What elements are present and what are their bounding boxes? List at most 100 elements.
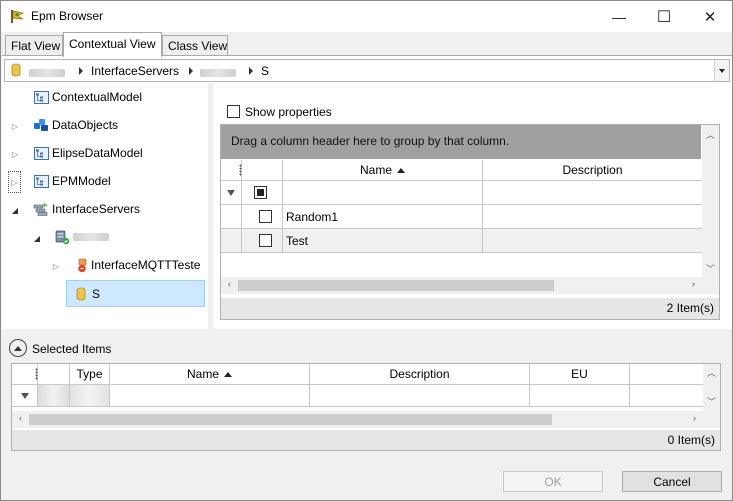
expand-arrow-icon[interactable]: ▷ [10, 120, 20, 132]
tree-item-s[interactable]: S [73, 283, 100, 305]
cancel-button[interactable]: Cancel [622, 471, 722, 492]
scroll-right-icon[interactable]: › [686, 413, 703, 423]
row-checkbox[interactable] [259, 234, 272, 247]
row-name-cell[interactable]: Test [283, 229, 483, 253]
tree-item-server[interactable] [54, 226, 109, 248]
ok-button[interactable]: OK [503, 471, 603, 492]
server-icon [54, 230, 70, 244]
tree-item-elipsedatamodel[interactable]: ElipseDataModel [33, 142, 143, 164]
tree-item-label: S [92, 287, 101, 301]
pane-splitter[interactable] [208, 83, 213, 329]
sort-ascending-icon [397, 167, 405, 173]
filter-row-header [221, 181, 242, 205]
horizontal-scrollbar[interactable]: ‹ › [221, 277, 719, 294]
column-header-eu[interactable]: EU [530, 364, 630, 384]
filter-description-input[interactable] [310, 385, 530, 407]
tab-class-view[interactable]: Class View [162, 35, 228, 56]
scroll-left-icon[interactable]: ‹ [12, 413, 29, 423]
tree-item-dataobjects[interactable]: DataObjects [33, 114, 118, 136]
row-description-cell[interactable] [483, 205, 702, 229]
show-properties-checkbox[interactable] [227, 105, 240, 118]
row-select-cell[interactable] [242, 205, 283, 229]
scroll-up-icon[interactable]: ︿ [703, 366, 720, 379]
group-by-panel[interactable]: Drag a column header here to group by th… [221, 125, 701, 159]
model-icon [33, 174, 49, 188]
filter-eu-input[interactable] [530, 385, 630, 407]
tree-item-interfacemqttteste[interactable]: InterfaceMQTTTeste [74, 254, 200, 276]
maximize-button[interactable]: ☐ [641, 1, 687, 32]
minimize-button[interactable]: — [596, 1, 642, 32]
select-column-header [38, 364, 70, 384]
filter-filler-cell [630, 385, 703, 407]
breadcrumb-dropdown-button[interactable] [714, 60, 729, 81]
dataobjects-icon [33, 118, 49, 132]
breadcrumb[interactable]: InterfaceServers S [4, 59, 730, 82]
column-header-type[interactable]: Type [70, 364, 110, 384]
column-header-name[interactable]: Name [110, 364, 310, 384]
scroll-down-icon[interactable]: ﹀ [702, 262, 719, 275]
scroll-down-icon[interactable]: ﹀ [703, 395, 720, 408]
column-header-name[interactable]: Name [283, 160, 483, 180]
row-name-cell[interactable]: Random1 [283, 205, 483, 229]
row-description-cell[interactable] [483, 229, 702, 253]
breadcrumb-item-interfaceservers[interactable]: InterfaceServers [91, 64, 179, 78]
tab-contextual-view[interactable]: Contextual View [63, 32, 162, 57]
expand-arrow-icon[interactable]: ▷ [10, 148, 20, 160]
title-bar: Epm Browser — ☐ ✕ [1, 1, 732, 32]
breadcrumb-separator-icon [189, 67, 193, 75]
tree-item-label: InterfaceMQTTTeste [91, 258, 201, 272]
scroll-left-icon[interactable]: ‹ [221, 279, 238, 289]
column-header-label: EU [571, 367, 588, 381]
interface-icon [74, 258, 90, 272]
model-icon [33, 90, 49, 104]
vertical-scrollbar[interactable]: ︿ ﹀ [702, 125, 719, 277]
filter-select-cell [38, 385, 70, 407]
scrollbar-thumb[interactable] [29, 414, 552, 425]
collapse-selected-items-button[interactable] [9, 339, 27, 357]
selected-item-count: 0 Item(s) [12, 430, 720, 450]
ok-button-label: OK [544, 474, 562, 489]
children-item-count: 2 Item(s) [221, 298, 719, 319]
breadcrumb-separator-icon [249, 67, 253, 75]
filter-name-input[interactable] [283, 181, 483, 205]
tree-item-label-hidden [73, 233, 109, 241]
filter-icon [227, 189, 235, 196]
breadcrumb-item-hidden[interactable] [29, 66, 65, 80]
tab-flat-view[interactable]: Flat View [5, 35, 63, 56]
tree-item-epmmodel[interactable]: EPMModel [33, 170, 111, 192]
filter-description-input[interactable] [483, 181, 702, 205]
expand-arrow-icon[interactable]: ▷ [8, 171, 21, 193]
filter-name-input[interactable] [110, 385, 310, 407]
vertical-scrollbar[interactable]: ︿ ﹀ [703, 364, 720, 411]
close-icon: ✕ [703, 8, 717, 26]
expand-arrow-icon[interactable]: ▷ [51, 260, 61, 272]
scroll-right-icon[interactable]: › [685, 279, 702, 289]
column-header-description[interactable]: Description [483, 160, 702, 180]
row-select-cell[interactable] [242, 229, 283, 253]
filter-select-all-cell[interactable] [242, 181, 283, 205]
tree-item-contextualmodel[interactable]: ContextualModel [33, 86, 142, 108]
app-icon [10, 9, 26, 27]
close-button[interactable]: ✕ [687, 1, 733, 32]
column-header-label: Name [186, 367, 219, 381]
servers-icon [33, 202, 49, 216]
column-header-description[interactable]: Description [310, 364, 530, 384]
selected-items-label: Selected Items [32, 342, 112, 356]
row-checkbox[interactable] [259, 210, 272, 223]
filter-type-input[interactable] [70, 385, 110, 407]
tree-item-interfaceservers[interactable]: InterfaceServers [33, 198, 140, 220]
window-title: Epm Browser [31, 9, 104, 23]
breadcrumb-item-s[interactable]: S [261, 64, 269, 78]
collapse-arrow-icon[interactable]: ◢ [32, 232, 42, 244]
tree-item-label: InterfaceServers [52, 202, 141, 216]
select-all-checkbox[interactable] [254, 186, 267, 199]
breadcrumb-separator-icon [79, 67, 83, 75]
tab-label: Class View [168, 39, 228, 53]
scroll-up-icon[interactable]: ︿ [702, 128, 719, 141]
column-header-label: Description [389, 367, 450, 381]
horizontal-scrollbar[interactable]: ‹ › [12, 411, 720, 428]
scrollbar-thumb[interactable] [238, 280, 554, 291]
breadcrumb-item-hidden[interactable] [200, 66, 236, 80]
collapse-arrow-icon[interactable]: ◢ [10, 204, 20, 216]
database-icon [11, 63, 21, 80]
